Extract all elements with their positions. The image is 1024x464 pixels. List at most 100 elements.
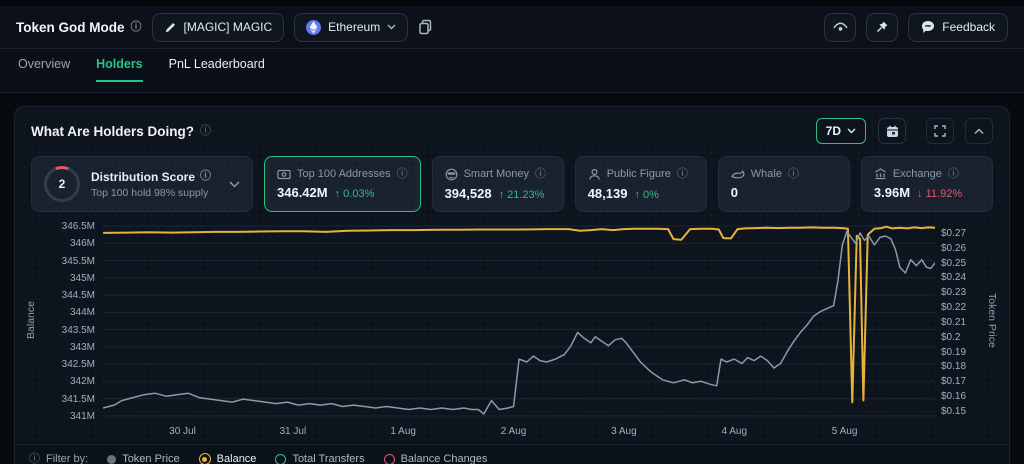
filter-option-balance-changes[interactable]: Balance Changes [383, 453, 488, 464]
y-tick-label: $0.22 [941, 302, 967, 314]
y-tick-label: $0.21 [941, 316, 967, 328]
token-name-label: [MAGIC] MAGIC [183, 20, 273, 34]
balance-radio-icon [198, 453, 211, 464]
info-icon[interactable]: ⓘ [29, 453, 40, 464]
y-tick-label: $0.2 [941, 331, 961, 343]
top-bar: Token God Mode ⓘ [MAGIC] MAGIC Ethereum … [0, 6, 1024, 49]
info-icon[interactable]: ⓘ [535, 168, 546, 180]
y-tick-label: $0.19 [941, 346, 967, 358]
stat-card-smart-money[interactable]: Smart Money ⓘ 394,528 ↑ 21.23% [431, 156, 564, 212]
y-axis-right-title: Token Price [986, 292, 998, 348]
distribution-texts: Distribution Score ⓘ Top 100 hold 98% su… [91, 170, 218, 199]
y-tick-label: 345M [69, 272, 95, 284]
pin-icon [877, 21, 888, 32]
y-tick-label: 344M [69, 307, 95, 319]
x-tick-label: 2 Aug [500, 426, 527, 437]
panel-title: What Are Holders Doing? [31, 123, 195, 139]
stat-cards-row: 2 Distribution Score ⓘ Top 100 hold 98% … [31, 156, 994, 212]
y-tick-label: 341.5M [61, 393, 95, 405]
filter-option-total-transfers[interactable]: Total Transfers [275, 453, 365, 464]
x-tick-label: 5 Aug [831, 426, 858, 437]
stat-label: Public Figure [606, 168, 671, 180]
info-icon[interactable]: ⓘ [200, 125, 211, 137]
feedback-label: Feedback [942, 20, 995, 34]
x-tick-label: 1 Aug [390, 426, 416, 437]
y-tick-label: $0.26 [941, 242, 967, 254]
stat-card-exchange[interactable]: Exchange ⓘ 3.96M ↓ 11.92% [860, 156, 994, 212]
info-icon[interactable]: ⓘ [200, 171, 211, 182]
info-icon[interactable]: ⓘ [397, 168, 408, 180]
chevron-down-icon[interactable] [229, 180, 240, 188]
pencil-icon [165, 22, 175, 32]
info-icon[interactable]: ⓘ [788, 168, 799, 180]
y-tick-label: $0.18 [941, 361, 967, 373]
total-transfers-ring-icon [275, 453, 287, 464]
time-range-dropdown[interactable]: 7D [815, 118, 866, 144]
stat-card-top100-addresses[interactable]: Top 100 Addresses ⓘ 346.42M ↑ 0.03% [264, 156, 421, 212]
chain-select-button[interactable]: Ethereum [294, 12, 409, 42]
chat-bubble-icon [922, 21, 935, 33]
filter-option-token-price[interactable]: Token Price [107, 453, 180, 464]
chain-name-label: Ethereum [328, 20, 381, 34]
tab-overview[interactable]: Overview [18, 57, 70, 80]
y-tick-label: $0.25 [941, 257, 967, 269]
panel-header: What Are Holders Doing? ⓘ 7D [15, 107, 1009, 148]
score-gauge: 2 [44, 166, 80, 202]
y-tick-label: $0.23 [941, 287, 967, 299]
stat-change: ↑ 0.03% [334, 188, 375, 200]
stat-value: 0 [730, 185, 739, 200]
stat-value: 3.96M [873, 185, 911, 200]
filter-option-label: Balance Changes [400, 453, 488, 464]
y-tick-label: 341M [69, 410, 95, 422]
stat-value: 346.42M [277, 185, 328, 200]
y-tick-label: 343M [69, 341, 95, 353]
holders-chart: Balance 346.5M 346M 345.5M 345M 344.5M 344M 34… [23, 220, 1001, 442]
x-tick-label: 31 Jul [279, 426, 307, 437]
app-title: Token God Mode [16, 19, 125, 35]
watch-button[interactable] [824, 12, 857, 42]
collapse-button[interactable] [965, 118, 993, 144]
balance-line [103, 227, 935, 403]
distribution-score-card[interactable]: 2 Distribution Score ⓘ Top 100 hold 98% … [31, 156, 253, 212]
chart-plot-area [103, 220, 935, 420]
y-tick-label: 342.5M [61, 359, 95, 371]
stat-value: 48,139 [587, 185, 628, 201]
stat-card-public-figure[interactable]: Public Figure ⓘ 48,139 ↑ 0% [574, 156, 707, 212]
exchange-icon [875, 168, 886, 180]
y-tick-label: $0.24 [941, 272, 967, 284]
copy-icon[interactable] [418, 19, 433, 35]
y-tick-label: 346.5M [61, 221, 95, 232]
public-figure-icon [588, 168, 600, 180]
x-tick-label: 3 Aug [611, 426, 637, 437]
chevron-down-icon [387, 24, 396, 30]
score-value: 2 [58, 177, 66, 191]
feedback-button[interactable]: Feedback [908, 12, 1008, 42]
holders-chart-svg [103, 225, 935, 417]
y-tick-label: $0.27 [941, 228, 967, 239]
filter-by-label: ⓘ Filter by: [29, 453, 88, 464]
tab-bar: Overview Holders PnL Leaderboard [0, 49, 1024, 93]
y-tick-label: 344.5M [61, 290, 95, 302]
stat-card-whale[interactable]: Whale ⓘ 0 [717, 156, 850, 212]
info-icon[interactable]: ⓘ [131, 21, 142, 33]
tab-pnl-leaderboard[interactable]: PnL Leaderboard [169, 57, 265, 80]
eye-icon [833, 22, 848, 31]
filter-option-balance[interactable]: Balance [198, 453, 256, 464]
token-price-dot-icon [107, 454, 117, 464]
filter-option-label: Token Price [122, 453, 180, 464]
filter-by-text: Filter by: [46, 453, 89, 464]
filter-bar: ⓘ Filter by: Token Price Balance Total T… [15, 444, 1009, 464]
token-select-button[interactable]: [MAGIC] MAGIC [151, 12, 285, 42]
pin-button[interactable] [866, 12, 899, 42]
stat-label: Exchange [892, 168, 942, 180]
info-icon[interactable]: ⓘ [948, 168, 959, 180]
x-tick-label: 4 Aug [721, 426, 748, 437]
tab-holders[interactable]: Holders [96, 57, 143, 82]
stat-label: Top 100 Addresses [297, 168, 391, 180]
chevron-up-icon [974, 127, 984, 134]
calendar-button[interactable] [878, 118, 906, 144]
info-icon[interactable]: ⓘ [677, 168, 688, 180]
y-tick-label: $0.15 [941, 405, 967, 417]
y-tick-label: 345.5M [61, 255, 95, 267]
fullscreen-button[interactable] [926, 118, 954, 144]
